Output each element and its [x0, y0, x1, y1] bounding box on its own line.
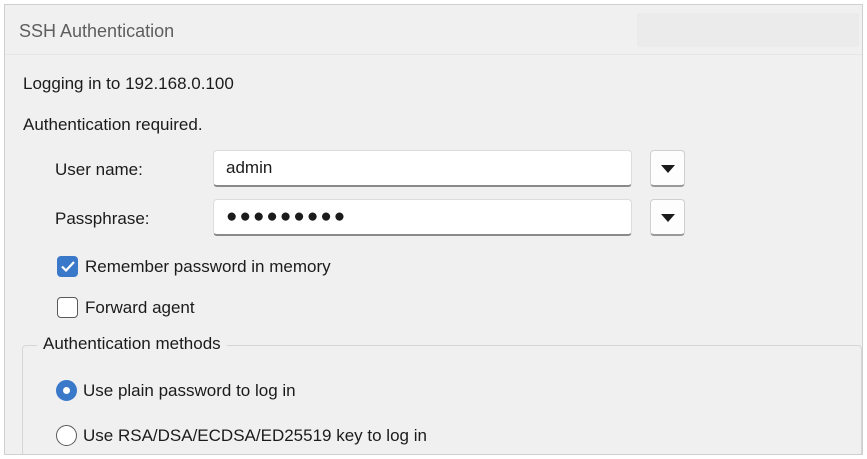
- chevron-down-icon: [661, 214, 675, 222]
- passphrase-value: ●●●●●●●●●: [226, 206, 348, 227]
- forward-agent-label[interactable]: Forward agent: [85, 298, 195, 318]
- auth-required-text: Authentication required.: [23, 115, 203, 134]
- forward-agent-checkbox[interactable]: [57, 297, 78, 318]
- username-label: User name:: [55, 160, 143, 179]
- key-auth-radio[interactable]: [56, 425, 77, 446]
- username-field[interactable]: admin: [213, 150, 632, 187]
- remember-password-label[interactable]: Remember password in memory: [85, 257, 331, 277]
- remember-password-checkbox[interactable]: [57, 256, 78, 277]
- title-bar: SSH Authentication: [5, 5, 862, 55]
- checkmark-icon: [61, 261, 75, 272]
- passphrase-dropdown-button[interactable]: [650, 199, 685, 236]
- login-target-text: Logging in to 192.168.0.100: [23, 74, 234, 93]
- passphrase-label: Passphrase:: [55, 209, 150, 228]
- passphrase-field[interactable]: ●●●●●●●●●: [213, 199, 632, 236]
- plain-password-radio[interactable]: [56, 380, 77, 401]
- dialog-title: SSH Authentication: [19, 21, 175, 41]
- auth-methods-group: Authentication methods Use plain passwor…: [22, 334, 862, 454]
- username-value: admin: [226, 158, 273, 177]
- chevron-down-icon: [661, 165, 675, 173]
- key-auth-label[interactable]: Use RSA/DSA/ECDSA/ED25519 key to log in: [83, 426, 427, 446]
- auth-methods-legend: Authentication methods: [37, 334, 227, 354]
- username-dropdown-button[interactable]: [650, 150, 685, 187]
- title-bar-right-pane: [637, 13, 859, 47]
- plain-password-label[interactable]: Use plain password to log in: [83, 381, 296, 401]
- ssh-auth-dialog: SSH Authentication Logging in to 192.168…: [4, 4, 863, 455]
